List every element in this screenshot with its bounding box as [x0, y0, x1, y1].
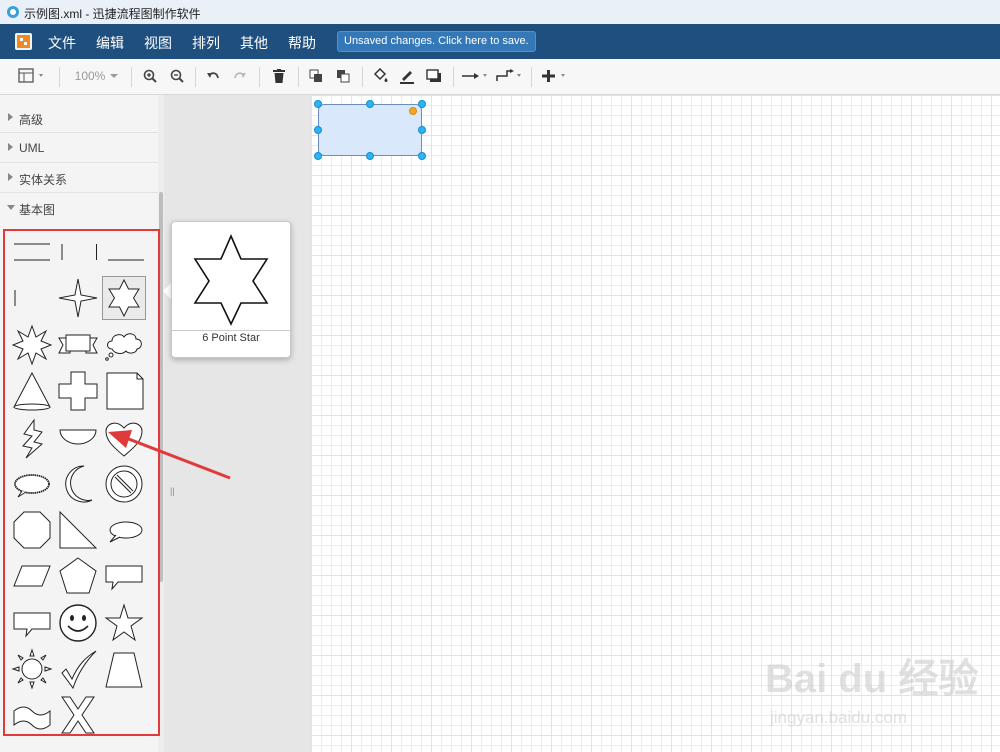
insert-icon[interactable]	[540, 65, 570, 87]
toolbar-separator	[131, 67, 132, 87]
sidebar-section-label: UML	[19, 141, 45, 155]
sidebar-section-advanced[interactable]: 高级	[0, 103, 158, 133]
shape-preview-popup: 6 Point Star	[171, 221, 291, 358]
sidebar-section-uml[interactable]: UML	[0, 133, 158, 163]
to-back-icon[interactable]	[334, 65, 352, 87]
zoom-select[interactable]: 100%	[72, 65, 122, 87]
to-front-icon[interactable]	[307, 65, 325, 87]
sidebar-section-basic[interactable]: 基本图	[0, 193, 158, 222]
toolbar-separator	[195, 67, 196, 87]
window-titlebar: 示例图.xml - 迅捷流程图制作软件	[0, 0, 1000, 25]
resize-handle-sw[interactable]	[314, 152, 322, 160]
chevron-down-icon	[7, 205, 15, 210]
chevron-right-icon	[8, 173, 13, 181]
toolbar-separator	[259, 67, 260, 87]
toolbar-separator	[362, 67, 363, 87]
app-icon	[6, 5, 20, 19]
toolbar-separator	[531, 67, 532, 87]
preview-label: 6 Point Star	[202, 332, 260, 344]
sidebar-section-label: 实体关系	[19, 173, 68, 187]
preview-divider	[172, 330, 290, 331]
6-point-star-preview	[182, 228, 280, 329]
sidebar-section-entity-relation[interactable]: 实体关系	[0, 163, 158, 193]
window-title: 示例图.xml - 迅捷流程图制作软件	[24, 7, 201, 21]
chevron-right-icon	[8, 143, 13, 151]
toolbar-separator	[59, 67, 60, 87]
toolbar: 100%	[0, 59, 1000, 95]
zoom-level: 100%	[74, 69, 106, 83]
waypoints-icon[interactable]	[494, 65, 524, 87]
sidebar-section-label: 高级	[19, 113, 44, 127]
menu-edit[interactable]: 编辑	[96, 33, 124, 53]
resize-handle-s[interactable]	[366, 152, 374, 160]
unsaved-changes-button[interactable]: Unsaved changes. Click here to save.	[337, 31, 536, 52]
menu-extras[interactable]: 其他	[240, 33, 268, 53]
watermark-brand: Bai du 经验	[765, 657, 979, 701]
resize-handle-e[interactable]	[418, 126, 426, 134]
baidu-watermark: Bai du 经验 jingyan.baidu.com	[765, 646, 995, 746]
resize-handle-w[interactable]	[314, 126, 322, 134]
resize-handle-ne[interactable]	[418, 100, 426, 108]
resize-handle-nw[interactable]	[314, 100, 322, 108]
menu-help[interactable]: 帮助	[288, 33, 316, 53]
resize-handle-se[interactable]	[418, 152, 426, 160]
app-logo-icon	[15, 33, 32, 50]
menu-arrange[interactable]: 排列	[192, 33, 220, 53]
rounding-handle[interactable]	[409, 107, 417, 115]
menu-file[interactable]: 文件	[48, 33, 76, 53]
connection-icon[interactable]	[460, 65, 490, 87]
format-panel-icon[interactable]	[16, 65, 50, 87]
sidebar-section-label: 基本图	[19, 203, 56, 217]
zoom-out-icon[interactable]	[168, 65, 186, 87]
line-color-icon[interactable]	[398, 65, 416, 87]
toolbar-separator	[453, 67, 454, 87]
delete-icon[interactable]	[270, 65, 288, 87]
watermark-url: jingyan.baidu.com	[770, 708, 908, 727]
toolbar-separator	[298, 67, 299, 87]
zoom-in-icon[interactable]	[141, 65, 159, 87]
undo-icon[interactable]	[204, 65, 222, 87]
menu-view[interactable]: 视图	[144, 33, 172, 53]
fill-color-icon[interactable]	[371, 65, 389, 87]
annotation-arrow	[108, 430, 231, 480]
selected-rectangle-shape[interactable]	[318, 104, 422, 156]
shadow-icon[interactable]	[425, 65, 443, 87]
chevron-right-icon	[8, 113, 13, 121]
resize-handle-n[interactable]	[366, 100, 374, 108]
menu-bar: 文件 编辑 视图 排列 其他 帮助 Unsaved changes. Click…	[0, 24, 1000, 59]
redo-icon[interactable]	[231, 65, 249, 87]
